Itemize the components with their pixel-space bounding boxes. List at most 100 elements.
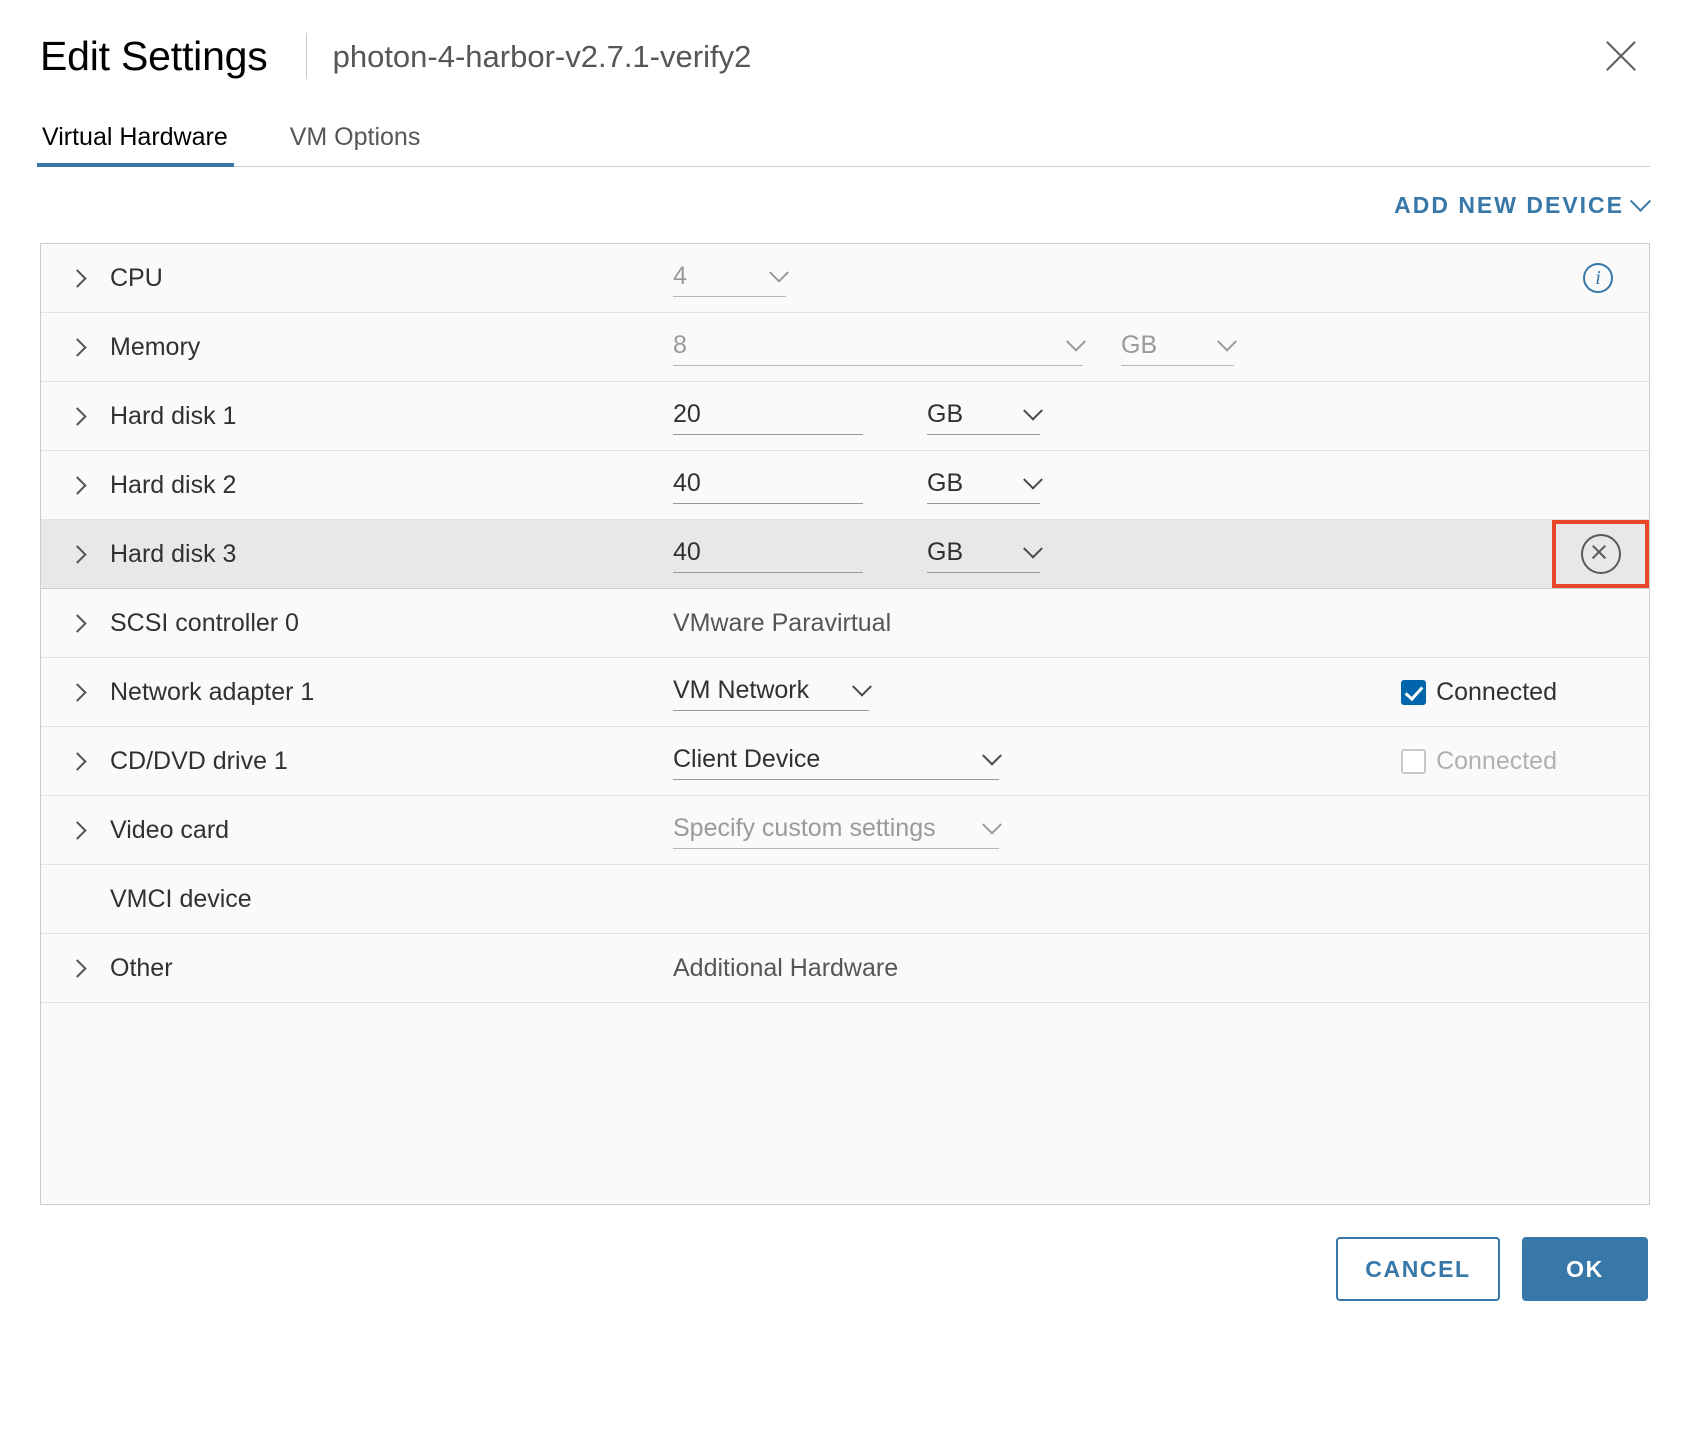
expand-chevron-icon[interactable] xyxy=(68,820,87,840)
device-row-scsi-controller-0[interactable]: SCSI controller 0 VMware Paravirtual xyxy=(41,589,1649,658)
dialog-footer: CANCEL OK xyxy=(40,1205,1650,1333)
device-label-other: Other xyxy=(41,954,673,983)
cd-dvd-drive-1-label-text: CD/DVD drive 1 xyxy=(110,746,288,775)
hard-disk-1-label-text: Hard disk 1 xyxy=(110,401,237,430)
page-title: Edit Settings xyxy=(40,32,268,79)
memory-value-cell: 8 GB xyxy=(673,328,1237,366)
scsi-controller-0-label-text: SCSI controller 0 xyxy=(110,608,299,637)
hard-disk-1-size-input[interactable]: 20 xyxy=(673,397,863,435)
scsi-controller-0-value-cell: VMware Paravirtual xyxy=(673,609,891,638)
hard-disk-1-unit-select[interactable]: GB xyxy=(927,397,1043,435)
other-label-text: Other xyxy=(110,953,173,982)
ok-button[interactable]: OK xyxy=(1522,1237,1648,1301)
cpu-label-text: CPU xyxy=(110,263,163,292)
device-row-other[interactable]: Other Additional Hardware xyxy=(41,934,1649,1003)
device-row-hard-disk-2[interactable]: Hard disk 2 40 GB xyxy=(41,451,1649,520)
cd-dvd-drive-1-device-value: Client Device xyxy=(673,745,821,773)
hard-disk-2-size-input[interactable]: 40 xyxy=(673,466,863,504)
device-row-cpu[interactable]: CPU 4 i xyxy=(41,244,1649,313)
video-card-settings-value: Specify custom settings xyxy=(673,814,936,842)
chevron-down-icon xyxy=(769,262,789,283)
device-row-cd-dvd-drive-1[interactable]: CD/DVD drive 1 Client Device Connected xyxy=(41,727,1649,796)
chevron-down-icon xyxy=(982,814,1002,835)
edit-settings-dialog: Edit Settings photon-4-harbor-v2.7.1-ver… xyxy=(0,0,1690,1432)
memory-size-value: 8 xyxy=(673,331,687,359)
toolbar: ADD NEW DEVICE xyxy=(40,167,1652,243)
cpu-info-icon[interactable]: i xyxy=(1583,263,1613,293)
device-label-hard-disk-1: Hard disk 1 xyxy=(41,402,673,431)
hard-disk-3-value-cell: 40 GB xyxy=(673,535,1043,573)
close-icon[interactable] xyxy=(1598,33,1644,79)
hard-disk-2-size-value: 40 xyxy=(673,469,701,497)
device-row-hard-disk-1[interactable]: Hard disk 1 20 GB xyxy=(41,382,1649,451)
checkbox-checked-icon xyxy=(1401,679,1427,705)
video-card-value-cell: Specify custom settings xyxy=(673,811,1002,849)
cancel-button[interactable]: CANCEL xyxy=(1336,1237,1500,1301)
chevron-down-icon xyxy=(1629,190,1652,212)
device-row-video-card[interactable]: Video card Specify custom settings xyxy=(41,796,1649,865)
device-label-network-adapter-1: Network adapter 1 xyxy=(41,678,673,707)
add-new-device-button[interactable]: ADD NEW DEVICE xyxy=(1394,190,1652,219)
expand-chevron-icon[interactable] xyxy=(68,337,87,357)
network-adapter-1-label-text: Network adapter 1 xyxy=(110,677,315,706)
cpu-count-select[interactable]: 4 xyxy=(673,259,789,297)
device-row-hard-disk-3[interactable]: Hard disk 3 40 GB xyxy=(41,520,1649,589)
hard-disk-3-remove-button[interactable] xyxy=(1552,520,1649,588)
hard-disk-3-size-input[interactable]: 40 xyxy=(673,535,863,573)
device-list: CPU 4 i Memory 8 GB Hard disk 1 20 GB Ha… xyxy=(40,243,1650,1205)
other-value: Additional Hardware xyxy=(673,953,899,982)
tab-vm-options[interactable]: VM Options xyxy=(288,125,423,166)
chevron-down-icon xyxy=(1217,331,1237,352)
device-row-vmci-device[interactable]: VMCI device xyxy=(41,865,1649,934)
network-adapter-1-network-value: VM Network xyxy=(673,676,810,704)
expand-chevron-icon[interactable] xyxy=(68,406,87,426)
checkbox-unchecked-icon xyxy=(1401,748,1427,774)
cd-dvd-drive-1-connected-checkbox[interactable]: Connected xyxy=(1401,747,1557,776)
other-value-cell: Additional Hardware xyxy=(673,954,898,983)
expand-chevron-icon[interactable] xyxy=(68,475,87,495)
device-row-network-adapter-1[interactable]: Network adapter 1 VM Network Connected xyxy=(41,658,1649,727)
chevron-down-icon xyxy=(1023,469,1043,490)
expand-chevron-icon[interactable] xyxy=(68,958,87,978)
chevron-down-icon xyxy=(1023,538,1043,559)
expand-chevron-icon[interactable] xyxy=(68,751,87,771)
memory-unit-value: GB xyxy=(1121,331,1158,359)
memory-unit-select[interactable]: GB xyxy=(1121,328,1237,366)
device-label-memory: Memory xyxy=(41,333,673,362)
cpu-count-value: 4 xyxy=(673,262,687,290)
hard-disk-2-unit-select[interactable]: GB xyxy=(927,466,1043,504)
chevron-down-icon xyxy=(852,676,872,697)
device-label-cd-dvd-drive-1: CD/DVD drive 1 xyxy=(41,747,673,776)
device-label-hard-disk-3: Hard disk 3 xyxy=(41,540,673,569)
expand-chevron-icon[interactable] xyxy=(68,682,87,702)
hard-disk-3-label-text: Hard disk 3 xyxy=(110,539,237,568)
expand-chevron-icon[interactable] xyxy=(68,268,87,288)
network-adapter-1-connected-checkbox[interactable]: Connected xyxy=(1401,678,1557,707)
cd-dvd-drive-1-device-select[interactable]: Client Device xyxy=(673,742,1002,780)
chevron-down-icon xyxy=(1066,331,1086,352)
expand-chevron-icon[interactable] xyxy=(68,544,87,564)
device-row-memory[interactable]: Memory 8 GB xyxy=(41,313,1649,382)
tab-virtual-hardware[interactable]: Virtual Hardware xyxy=(37,125,234,167)
tab-bar: Virtual Hardware VM Options xyxy=(37,104,1650,167)
expand-chevron-icon[interactable] xyxy=(68,613,87,633)
memory-label-text: Memory xyxy=(110,332,201,361)
device-label-cpu: CPU xyxy=(41,264,673,293)
chevron-down-icon xyxy=(982,745,1002,766)
hard-disk-2-unit-value: GB xyxy=(927,469,964,497)
device-label-hard-disk-2: Hard disk 2 xyxy=(41,471,673,500)
device-label-scsi-controller-0: SCSI controller 0 xyxy=(41,609,673,638)
dialog-header: Edit Settings photon-4-harbor-v2.7.1-ver… xyxy=(40,0,1650,104)
memory-size-input[interactable]: 8 xyxy=(673,328,1086,366)
hard-disk-2-value-cell: 40 GB xyxy=(673,466,1043,504)
remove-device-icon xyxy=(1580,534,1621,574)
hard-disk-3-unit-value: GB xyxy=(927,538,964,566)
video-card-label-text: Video card xyxy=(110,815,230,844)
network-adapter-1-network-select[interactable]: VM Network xyxy=(673,673,872,711)
hard-disk-3-unit-select[interactable]: GB xyxy=(927,535,1043,573)
cpu-value-cell: 4 xyxy=(673,259,789,297)
device-label-vmci-device: VMCI device xyxy=(41,885,673,914)
cd-dvd-drive-1-connected-label: Connected xyxy=(1436,746,1557,775)
add-new-device-label: ADD NEW DEVICE xyxy=(1394,191,1624,218)
video-card-settings-select[interactable]: Specify custom settings xyxy=(673,811,1002,849)
